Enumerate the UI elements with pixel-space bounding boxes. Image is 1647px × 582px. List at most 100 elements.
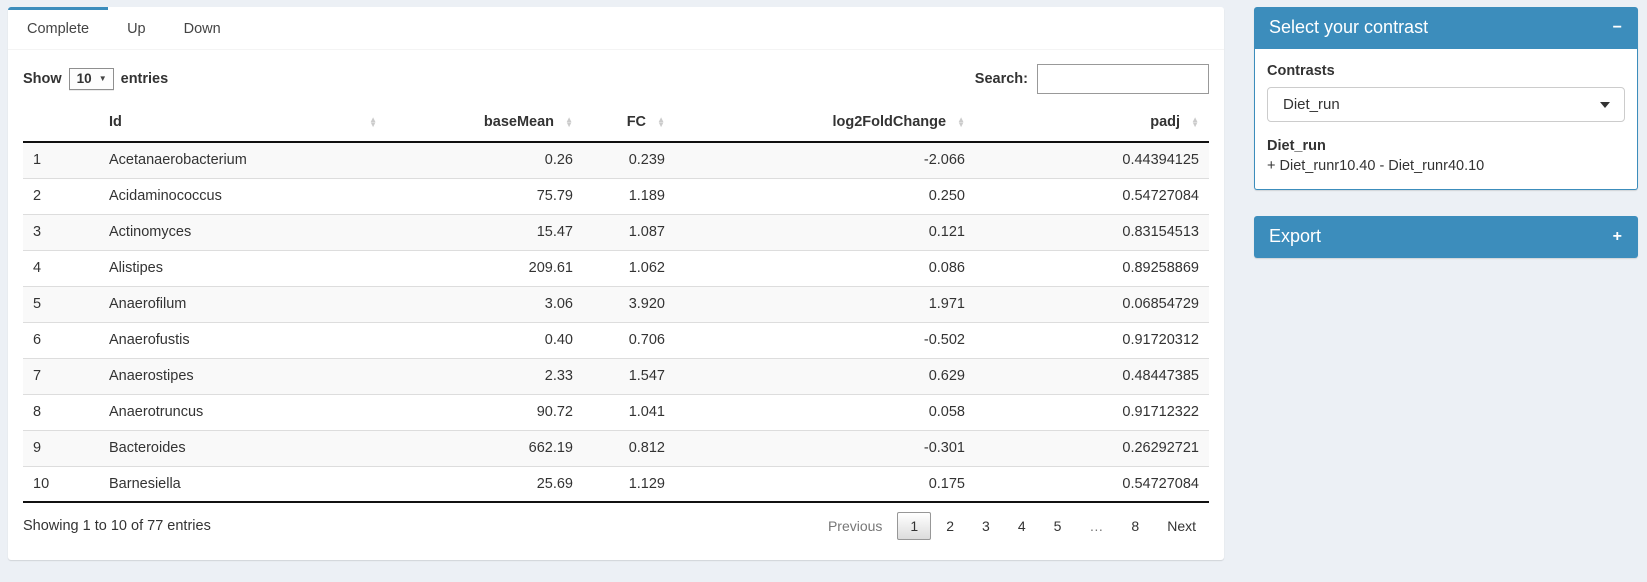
cell-fc: 3.920: [583, 286, 675, 322]
row-index: 4: [23, 250, 99, 286]
export-box-header: Export +: [1254, 216, 1638, 258]
cell-padj: 0.26292721: [975, 430, 1209, 466]
cell-basemean: 0.26: [387, 142, 583, 178]
pagination-page-button[interactable]: 3: [969, 512, 1003, 540]
cell-log2foldchange: 0.121: [675, 214, 975, 250]
table-row[interactable]: 10 Barnesiella 25.69 1.129 0.175 0.54727…: [23, 466, 1209, 502]
column-header-padj[interactable]: padj ▲▼: [975, 104, 1209, 142]
column-header-label: FC: [627, 114, 646, 130]
cell-fc: 0.239: [583, 142, 675, 178]
pagination-previous-button[interactable]: Previous: [815, 512, 895, 540]
cell-log2foldchange: 0.175: [675, 466, 975, 502]
cell-id: Acetanaerobacterium: [99, 142, 387, 178]
cell-fc: 0.812: [583, 430, 675, 466]
row-index-header: [23, 104, 99, 142]
cell-id: Barnesiella: [99, 466, 387, 502]
cell-padj: 0.83154513: [975, 214, 1209, 250]
tab-bar: Complete Up Down: [8, 7, 1224, 50]
table-row[interactable]: 9 Bacteroides 662.19 0.812 -0.301 0.2629…: [23, 430, 1209, 466]
contrast-name: Diet_run: [1267, 138, 1625, 154]
search-input[interactable]: [1037, 64, 1209, 94]
row-index: 9: [23, 430, 99, 466]
sidebar-panel: Select your contrast − Contrasts Diet_ru…: [1254, 7, 1638, 560]
column-header-log2foldchange[interactable]: log2FoldChange ▲▼: [675, 104, 975, 142]
caret-down-icon: [1600, 102, 1610, 108]
entries-label: entries: [121, 71, 169, 87]
column-header-id[interactable]: Id ▲▼: [99, 104, 387, 142]
cell-padj: 0.91712322: [975, 394, 1209, 430]
contrast-box-header: Select your contrast −: [1254, 7, 1638, 49]
collapse-minus-icon[interactable]: −: [1612, 18, 1623, 38]
cell-fc: 1.041: [583, 394, 675, 430]
contrasts-label: Contrasts: [1267, 63, 1625, 79]
pagination-ellipsis: …: [1076, 512, 1116, 540]
row-index: 3: [23, 214, 99, 250]
cell-id: Alistipes: [99, 250, 387, 286]
cell-basemean: 25.69: [387, 466, 583, 502]
entries-count-select[interactable]: 10 ▼: [69, 68, 114, 90]
tab-down[interactable]: Down: [165, 7, 240, 49]
contrast-formula: + Diet_runr10.40 - Diet_runr40.10: [1267, 158, 1625, 174]
pagination-page-button[interactable]: 8: [1118, 512, 1152, 540]
cell-fc: 1.189: [583, 178, 675, 214]
cell-padj: 0.44394125: [975, 142, 1209, 178]
sort-icon: ▲▼: [657, 117, 665, 127]
cell-basemean: 0.40: [387, 322, 583, 358]
contrast-box-title: Select your contrast: [1269, 17, 1428, 38]
table-row[interactable]: 6 Anaerofustis 0.40 0.706 -0.502 0.91720…: [23, 322, 1209, 358]
column-header-label: baseMean: [484, 114, 554, 130]
contrast-select[interactable]: Diet_run: [1267, 87, 1625, 122]
expand-plus-icon[interactable]: +: [1612, 227, 1623, 247]
column-header-fc[interactable]: FC ▲▼: [583, 104, 675, 142]
table-header-row: Id ▲▼ baseMean ▲▼ FC ▲▼: [23, 104, 1209, 142]
cell-fc: 0.706: [583, 322, 675, 358]
table-row[interactable]: 2 Acidaminococcus 75.79 1.189 0.250 0.54…: [23, 178, 1209, 214]
sort-icon: ▲▼: [369, 117, 377, 127]
row-index: 8: [23, 394, 99, 430]
tab-up[interactable]: Up: [108, 7, 165, 49]
contrast-box-body: Contrasts Diet_run Diet_run + Diet_runr1…: [1254, 49, 1638, 190]
entries-info: Showing 1 to 10 of 77 entries: [23, 518, 211, 534]
pagination-page-button[interactable]: 1: [897, 512, 931, 540]
entries-count-value: 10: [77, 71, 92, 86]
cell-padj: 0.54727084: [975, 178, 1209, 214]
cell-fc: 1.062: [583, 250, 675, 286]
cell-id: Anaerotruncus: [99, 394, 387, 430]
cell-log2foldchange: 0.058: [675, 394, 975, 430]
column-header-label: padj: [1150, 114, 1180, 130]
cell-log2foldchange: -2.066: [675, 142, 975, 178]
tab-complete[interactable]: Complete: [8, 7, 108, 49]
export-box: Export +: [1254, 216, 1638, 258]
sort-icon: ▲▼: [957, 117, 965, 127]
row-index: 2: [23, 178, 99, 214]
contrast-select-value: Diet_run: [1283, 96, 1340, 113]
table-row[interactable]: 8 Anaerotruncus 90.72 1.041 0.058 0.9171…: [23, 394, 1209, 430]
column-header-label: log2FoldChange: [832, 114, 946, 130]
results-panel: Complete Up Down Show 10 ▼ entries S: [8, 7, 1224, 560]
cell-basemean: 2.33: [387, 358, 583, 394]
select-caret-icon: ▼: [99, 74, 107, 83]
pagination-page-button[interactable]: 2: [933, 512, 967, 540]
table-row[interactable]: 4 Alistipes 209.61 1.062 0.086 0.8925886…: [23, 250, 1209, 286]
cell-fc: 1.547: [583, 358, 675, 394]
cell-id: Anaerostipes: [99, 358, 387, 394]
table-row[interactable]: 3 Actinomyces 15.47 1.087 0.121 0.831545…: [23, 214, 1209, 250]
pagination: Previous 1 2 3 4 5 … 8 Next: [813, 512, 1209, 540]
row-index: 1: [23, 142, 99, 178]
cell-log2foldchange: -0.301: [675, 430, 975, 466]
table-row[interactable]: 5 Anaerofilum 3.06 3.920 1.971 0.0685472…: [23, 286, 1209, 322]
pagination-page-button[interactable]: 4: [1005, 512, 1039, 540]
cell-basemean: 15.47: [387, 214, 583, 250]
cell-id: Actinomyces: [99, 214, 387, 250]
export-box-title: Export: [1269, 226, 1321, 247]
table-row[interactable]: 1 Acetanaerobacterium 0.26 0.239 -2.066 …: [23, 142, 1209, 178]
show-label: Show: [23, 71, 62, 87]
cell-fc: 1.129: [583, 466, 675, 502]
results-tabbox: Complete Up Down Show 10 ▼ entries S: [8, 7, 1224, 560]
datatable-footer: Showing 1 to 10 of 77 entries Previous 1…: [23, 512, 1209, 540]
table-row[interactable]: 7 Anaerostipes 2.33 1.547 0.629 0.484473…: [23, 358, 1209, 394]
column-header-basemean[interactable]: baseMean ▲▼: [387, 104, 583, 142]
pagination-next-button[interactable]: Next: [1154, 512, 1209, 540]
pagination-page-button[interactable]: 5: [1041, 512, 1075, 540]
cell-id: Anaerofilum: [99, 286, 387, 322]
